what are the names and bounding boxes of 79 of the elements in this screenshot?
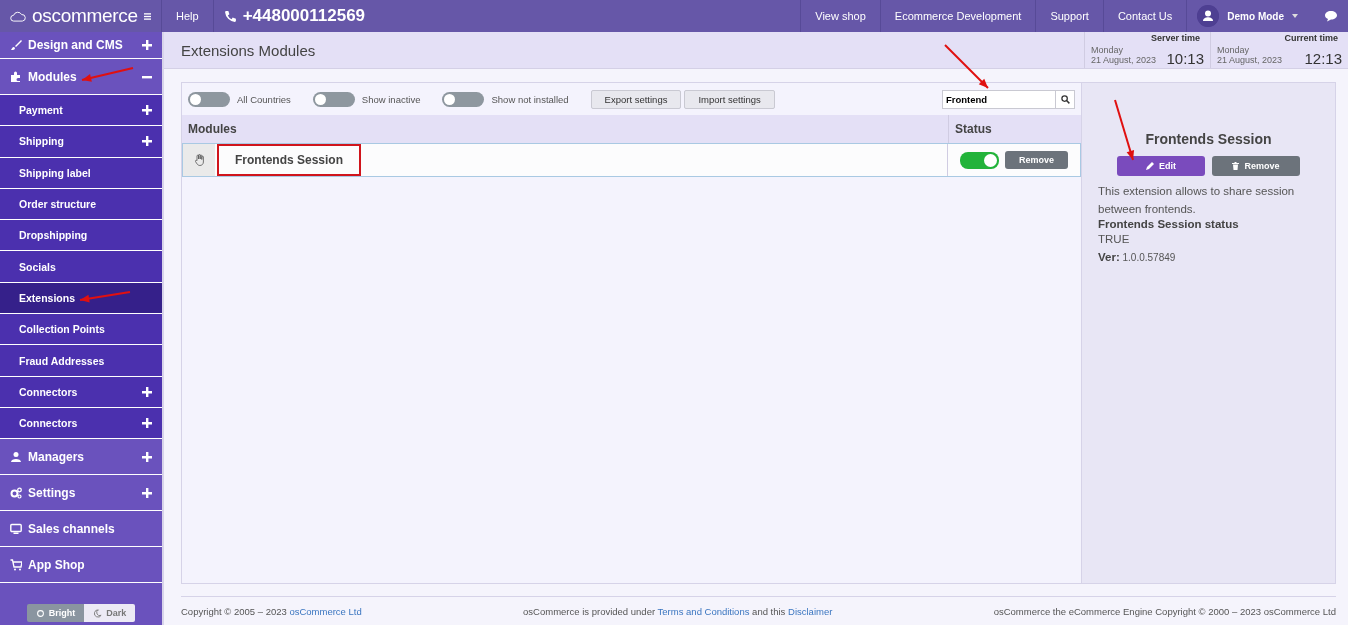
remove-button[interactable]: Remove: [1212, 156, 1300, 176]
plus-icon[interactable]: [142, 451, 152, 462]
toggle-switch[interactable]: [312, 91, 355, 107]
extension-title: Frontends Session: [1144, 131, 1273, 147]
table-row[interactable]: Frontends Session Remove: [182, 143, 1081, 177]
pencil-icon: [1146, 162, 1154, 170]
cart-icon: [10, 558, 22, 571]
search-field[interactable]: Frontend: [942, 89, 1075, 109]
footer-text: osCommerce is provided under Terms and Conditions and this Disclaimer: [523, 606, 833, 617]
sidebar-item[interactable]: Socials: [0, 251, 162, 283]
plus-icon[interactable]: [142, 386, 152, 397]
plus-icon[interactable]: [142, 105, 152, 116]
sun-icon: [35, 608, 45, 618]
theme-option[interactable]: Bright: [26, 604, 85, 622]
brand-name: oscommerce: [32, 5, 138, 27]
footer-link[interactable]: Disclaimer: [788, 606, 833, 617]
footer-link[interactable]: Terms and Conditions: [657, 606, 750, 617]
user-menu[interactable]: Demo Mode: [1227, 10, 1284, 22]
monitor-icon: [10, 522, 22, 535]
sidebar-item[interactable]: Fraud Addresses: [0, 345, 162, 377]
module-name: Frontends Session: [217, 144, 362, 176]
toggle-label: Show inactive: [361, 93, 421, 105]
clock-date: 21 August, 2023: [1091, 55, 1158, 65]
puzzle-icon: [10, 70, 22, 83]
annotation-arrow: [1114, 99, 1135, 161]
plus-icon[interactable]: [142, 40, 152, 50]
plus-icon[interactable]: [142, 487, 152, 498]
trash-icon: [1232, 162, 1240, 170]
gears-icon: [10, 486, 22, 499]
annotation-arrow: [81, 67, 134, 82]
status-toggle[interactable]: [960, 151, 999, 169]
toggle-label: Show not installed: [491, 93, 569, 105]
clock-date: 21 August, 2023: [1217, 55, 1284, 65]
sidebar-item[interactable]: Connectors: [0, 376, 162, 408]
toggle-switch[interactable]: [442, 91, 485, 107]
moon-icon: [93, 608, 103, 618]
settings-button[interactable]: Export settings: [590, 89, 682, 109]
toggle-switch[interactable]: [188, 91, 230, 107]
footer-link[interactable]: osCommerce Ltd: [289, 606, 362, 617]
sidebar-item[interactable]: Dropshipping: [0, 220, 162, 252]
sidebar-item[interactable]: Payment: [0, 95, 162, 127]
person-icon: [10, 450, 22, 463]
caret-icon[interactable]: [1292, 14, 1298, 18]
clock-day: Monday: [1091, 45, 1163, 55]
clock-label: Server time: [1149, 33, 1201, 45]
status-value: TRUE: [1098, 232, 1131, 247]
page-title: Extensions Modules: [180, 41, 317, 61]
sidebar-item[interactable]: Connectors: [0, 407, 162, 440]
brush-icon: [10, 39, 22, 51]
menu-icon[interactable]: [143, 11, 151, 21]
clock-time: 12:13: [1304, 50, 1342, 67]
clock-day: Monday: [1217, 45, 1301, 55]
remove-button[interactable]: Remove: [1005, 151, 1068, 169]
extension-description: This extension allows to share session between frontends.: [1098, 184, 1296, 217]
status-label: Frontends Session status: [1098, 218, 1240, 230]
toggle-label: All Countries: [237, 93, 291, 105]
column-header: Modules: [187, 121, 238, 138]
plus-icon[interactable]: [142, 418, 152, 429]
version-text: Ver: 1.0.0.57849: [1098, 250, 1177, 265]
plus-icon[interactable]: [142, 136, 152, 147]
clock-time: 10:13: [1166, 50, 1204, 67]
phone-number: +448000112569: [242, 6, 366, 26]
sidebar-item[interactable]: Extensions: [0, 282, 162, 315]
clock-label: Current time: [1283, 33, 1339, 45]
edit-button[interactable]: Edit: [1117, 156, 1205, 176]
theme-option[interactable]: Dark: [84, 604, 136, 622]
search-icon[interactable]: [1060, 94, 1070, 104]
footer-text: osCommerce the eCommerce Engine Copyright © 2000 – 2023 osCommerce Ltd: [993, 606, 1336, 617]
sidebar-item[interactable]: Shipping: [0, 126, 162, 158]
footer-text: Copyright © 2005 – 2023 osCommerce Ltd: [181, 606, 362, 617]
annotation-arrow: [944, 44, 989, 89]
annotation-arrow: [79, 291, 131, 303]
phone-icon: [223, 9, 237, 23]
sidebar-item[interactable]: Collection Points: [0, 314, 162, 346]
sidebar-item[interactable]: Order structure: [0, 188, 162, 221]
hand-icon[interactable]: [193, 154, 205, 166]
chat-icon[interactable]: [1324, 10, 1338, 22]
sidebar-item[interactable]: Shipping label: [0, 157, 162, 189]
settings-button[interactable]: Import settings: [684, 89, 775, 109]
